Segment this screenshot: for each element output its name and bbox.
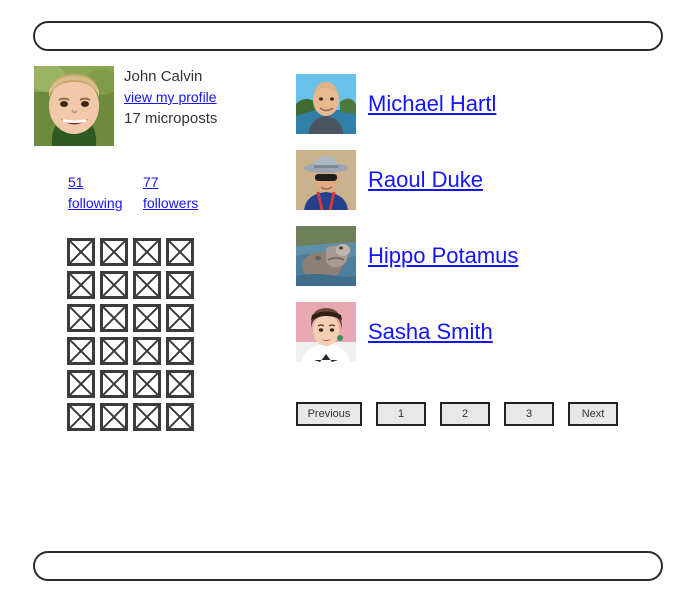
broken-image-icon[interactable] xyxy=(100,238,128,266)
pagination-next-button[interactable]: Next xyxy=(568,402,618,426)
broken-image-icon[interactable] xyxy=(100,304,128,332)
user-avatar-image[interactable] xyxy=(296,302,356,362)
stat-followers: 77 followers xyxy=(143,172,218,214)
user-name-link[interactable]: Raoul Duke xyxy=(368,142,483,218)
broken-image-icon[interactable] xyxy=(133,370,161,398)
following-count-link[interactable]: 51 xyxy=(68,172,143,193)
user-list-item: Sasha Smith xyxy=(296,294,666,370)
user-name-link[interactable]: Michael Hartl xyxy=(368,66,496,142)
broken-image-icon[interactable] xyxy=(100,271,128,299)
broken-image-icon[interactable] xyxy=(133,337,161,365)
micropost-grid-row xyxy=(67,238,217,271)
broken-image-icon[interactable] xyxy=(100,337,128,365)
pagination-page-3-button[interactable]: 3 xyxy=(504,402,554,426)
micropost-count: 17 microposts xyxy=(124,110,218,127)
user-stats: 51 following 77 followers xyxy=(68,172,318,214)
sidebar: John Calvin view my profile 17 micropost… xyxy=(34,66,284,431)
user-list-item: Hippo Potamus xyxy=(296,218,666,294)
micropost-grid-row xyxy=(67,370,217,403)
broken-image-icon[interactable] xyxy=(133,271,161,299)
gravatar-boy-image xyxy=(34,66,114,146)
user-avatar-image[interactable] xyxy=(296,226,356,286)
profile-name: John Calvin xyxy=(124,68,203,85)
followers-label-link[interactable]: followers xyxy=(143,193,218,214)
user-name-link[interactable]: Hippo Potamus xyxy=(368,218,518,294)
page-root: John Calvin view my profile 17 micropost… xyxy=(0,0,700,600)
stat-following: 51 following xyxy=(68,172,143,214)
broken-image-icon[interactable] xyxy=(166,403,194,431)
broken-image-icon[interactable] xyxy=(166,238,194,266)
broken-image-icon[interactable] xyxy=(166,271,194,299)
broken-image-icon[interactable] xyxy=(67,337,95,365)
broken-image-icon[interactable] xyxy=(67,403,95,431)
micropost-image-grid xyxy=(67,238,217,436)
broken-image-icon[interactable] xyxy=(67,238,95,266)
broken-image-icon[interactable] xyxy=(67,304,95,332)
pagination-page-2-button[interactable]: 2 xyxy=(440,402,490,426)
view-my-profile-link[interactable]: view my profile xyxy=(124,89,217,105)
pagination-previous-button[interactable]: Previous xyxy=(296,402,362,426)
micropost-grid-row xyxy=(67,304,217,337)
user-list-item: Michael Hartl xyxy=(296,66,666,142)
pagination: Previous 1 2 3 Next xyxy=(296,402,632,426)
broken-image-icon[interactable] xyxy=(67,271,95,299)
profile-text: John Calvin view my profile 17 micropost… xyxy=(124,66,284,129)
broken-image-icon[interactable] xyxy=(166,370,194,398)
micropost-grid-row xyxy=(67,337,217,370)
user-name-link[interactable]: Sasha Smith xyxy=(368,294,493,370)
micropost-grid-row xyxy=(67,403,217,436)
user-list: Michael Hartl Raoul Duke Hippo Potamus Sash… xyxy=(296,66,666,370)
broken-image-icon[interactable] xyxy=(166,337,194,365)
user-list-item: Raoul Duke xyxy=(296,142,666,218)
broken-image-icon[interactable] xyxy=(133,304,161,332)
view-profile-row: view my profile xyxy=(124,87,284,108)
pagination-page-1-button[interactable]: 1 xyxy=(376,402,426,426)
followers-count-link[interactable]: 77 xyxy=(143,172,218,193)
broken-image-icon[interactable] xyxy=(133,403,161,431)
user-avatar-image[interactable] xyxy=(296,150,356,210)
broken-image-icon[interactable] xyxy=(133,238,161,266)
footer-bar xyxy=(33,551,663,581)
broken-image-icon[interactable] xyxy=(67,370,95,398)
broken-image-icon[interactable] xyxy=(166,304,194,332)
micropost-grid-row xyxy=(67,271,217,304)
broken-image-icon[interactable] xyxy=(100,403,128,431)
header-bar xyxy=(33,21,663,51)
profile-block: John Calvin view my profile 17 micropost… xyxy=(34,66,284,148)
broken-image-icon[interactable] xyxy=(100,370,128,398)
following-label-link[interactable]: following xyxy=(68,193,143,214)
user-avatar-image[interactable] xyxy=(296,74,356,134)
